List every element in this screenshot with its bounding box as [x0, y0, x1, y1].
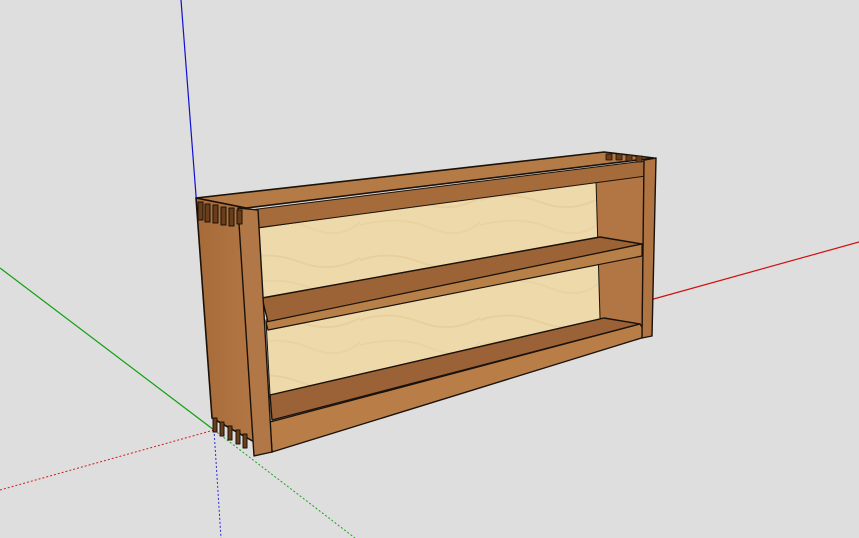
blue-axis-dashed	[213, 429, 222, 538]
modeling-viewport[interactable]	[0, 0, 859, 538]
bookshelf-model[interactable]	[195, 151, 657, 457]
red-axis-solid	[649, 241, 859, 301]
right-side-front	[641, 157, 657, 339]
model-scene[interactable]	[0, 0, 859, 538]
green-axis-solid	[0, 267, 215, 431]
red-axis-dashed	[0, 429, 215, 491]
